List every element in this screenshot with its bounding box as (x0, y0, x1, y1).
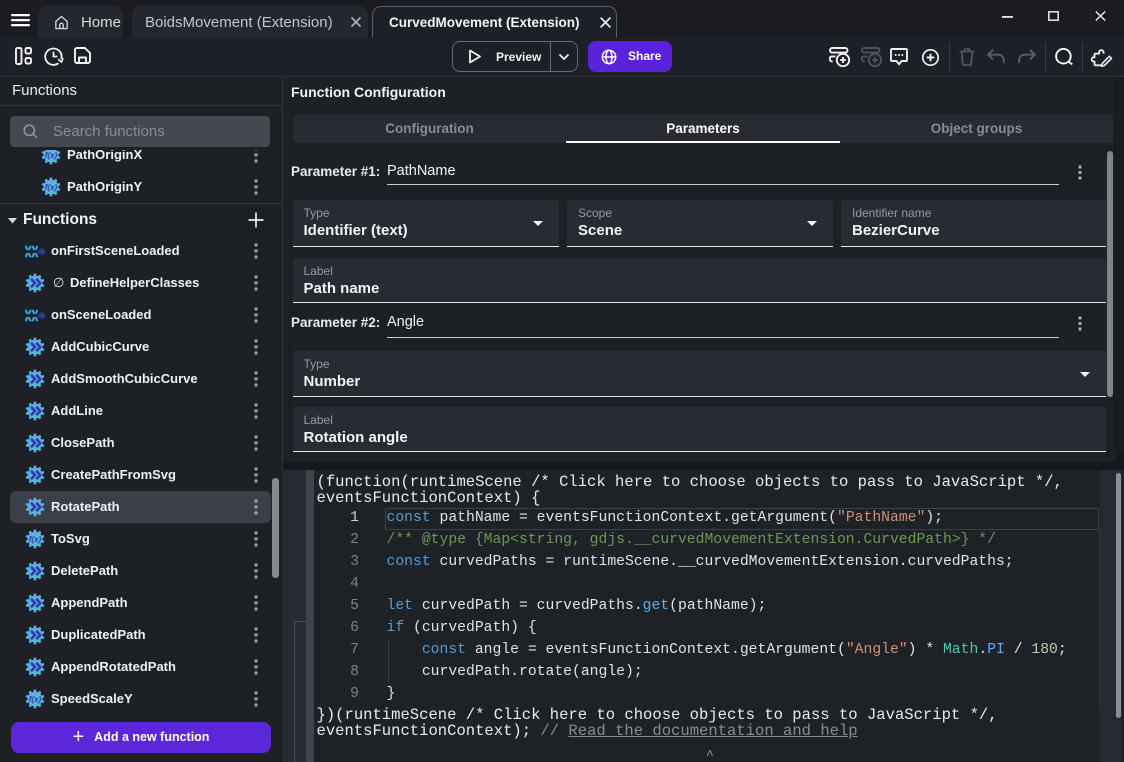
svg-text:f(x): f(x) (29, 535, 42, 544)
svg-text:f(x): f(x) (45, 151, 58, 160)
svg-text:f(x): f(x) (45, 183, 58, 192)
svg-text:f(x): f(x) (29, 695, 42, 704)
